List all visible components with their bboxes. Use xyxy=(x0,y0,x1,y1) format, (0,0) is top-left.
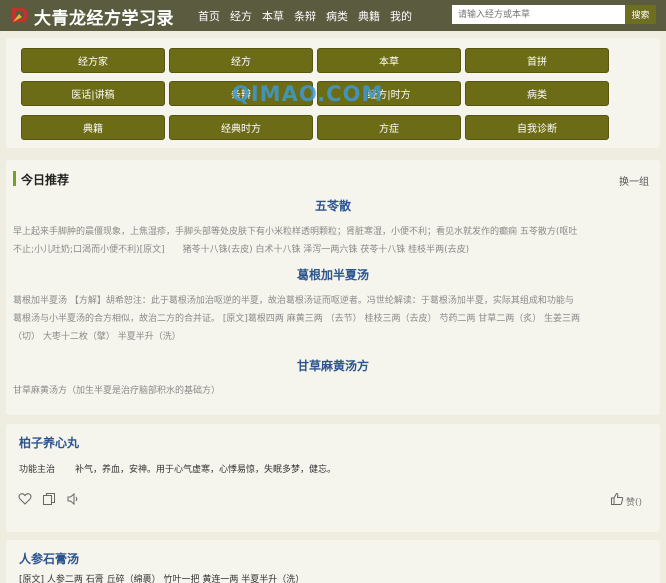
formula-card: 人参石膏汤 [原文] 人参二两 石膏 丘碎（绵裹） 竹叶一把 黄连一两 半夏半升… xyxy=(6,540,660,583)
card-title[interactable]: 柏子养心丸 xyxy=(19,434,79,451)
nav-bencao[interactable]: 本草 xyxy=(262,8,284,24)
category-button[interactable]: 经方|时方 xyxy=(317,81,461,106)
category-button[interactable]: 医话|讲稿 xyxy=(21,81,165,106)
nav-tiaobian[interactable]: 条辩 xyxy=(294,8,316,24)
category-button[interactable]: 条辩 xyxy=(169,81,313,106)
nav-binglei[interactable]: 病类 xyxy=(326,8,348,24)
recommend-text: 葛根加半夏汤 【方解】胡希恕注：此于葛根汤加治呕逆的半夏，故治葛根汤证而呕逆者。… xyxy=(13,296,581,342)
top-nav-bar: 大青龙经方学习录 首页 经方 本草 条辩 病类 典籍 我的 搜索 xyxy=(0,0,666,31)
formula-card: 柏子养心丸 功能主治 补气，养血，安神。用于心气虚寒，心悸易惊，失眠多梦，健忘。 … xyxy=(6,424,660,532)
copy-icon[interactable] xyxy=(42,492,56,506)
nav-dianji[interactable]: 典籍 xyxy=(358,8,380,24)
category-button[interactable]: 经典时方 xyxy=(169,115,313,140)
category-button[interactable]: 典籍 xyxy=(21,115,165,140)
section-accent-bar xyxy=(13,171,16,186)
category-button[interactable]: 自我诊断 xyxy=(465,115,609,140)
category-button[interactable]: 本草 xyxy=(317,48,461,73)
site-title[interactable]: 大青龙经方学习录 xyxy=(34,4,174,29)
speaker-icon[interactable] xyxy=(66,492,80,506)
recommend-title[interactable]: 五苓散 xyxy=(6,197,660,214)
nav-mine[interactable]: 我的 xyxy=(390,8,412,24)
category-button[interactable]: 经方家 xyxy=(21,48,165,73)
site-logo-icon[interactable] xyxy=(10,5,30,25)
search-button[interactable]: 搜索 xyxy=(625,5,656,24)
card-summary: 功能主治 补气，养血，安神。用于心气虚寒，心悸易惊，失眠多梦，健忘。 xyxy=(19,462,336,475)
card-label: 功能主治 xyxy=(19,465,56,475)
card-title[interactable]: 人参石膏汤 xyxy=(19,550,79,567)
category-button[interactable]: 首拼 xyxy=(465,48,609,73)
recommend-text: 早上起来手脚肿的晨僵现象，上焦湿疹，手脚头部等处皮肤下有小米粒样透明颗粒；肾脏寒… xyxy=(13,227,578,255)
recommend-title[interactable]: 甘草麻黄汤方 xyxy=(6,357,660,374)
refresh-link[interactable]: 换一组 xyxy=(619,173,649,188)
like-count[interactable]: 赞() xyxy=(626,495,642,508)
recommend-text: 甘草麻黄汤方（加生半夏是治疗脑部积水的基础方） xyxy=(13,386,221,396)
category-panel: 经方家 经方 本草 首拼 医话|讲稿 条辩 经方|时方 病类 典籍 经典时方 方… xyxy=(6,38,660,148)
nav-home[interactable]: 首页 xyxy=(198,8,220,24)
heart-icon[interactable] xyxy=(18,492,32,506)
nav-jingfang[interactable]: 经方 xyxy=(230,8,252,24)
card-summary-text: 补气，养血，安神。用于心气虚寒，心悸易惊，失眠多梦，健忘。 xyxy=(75,465,337,475)
thumbs-up-icon[interactable] xyxy=(610,492,624,506)
category-button[interactable]: 方症 xyxy=(317,115,461,140)
card-summary-text: [原文] 人参二两 石膏 丘碎（绵裹） 竹叶一把 黄连一两 半夏半升（洗） xyxy=(19,575,305,583)
today-recommend-panel: 今日推荐 换一组 五苓散 早上起来手脚肿的晨僵现象，上焦湿疹，手脚头部等处皮肤下… xyxy=(6,160,660,415)
category-button[interactable]: 经方 xyxy=(169,48,313,73)
recommend-title[interactable]: 葛根加半夏汤 xyxy=(6,266,660,283)
search-input[interactable] xyxy=(452,5,625,24)
category-button[interactable]: 病类 xyxy=(465,81,609,106)
section-title: 今日推荐 xyxy=(21,173,70,187)
